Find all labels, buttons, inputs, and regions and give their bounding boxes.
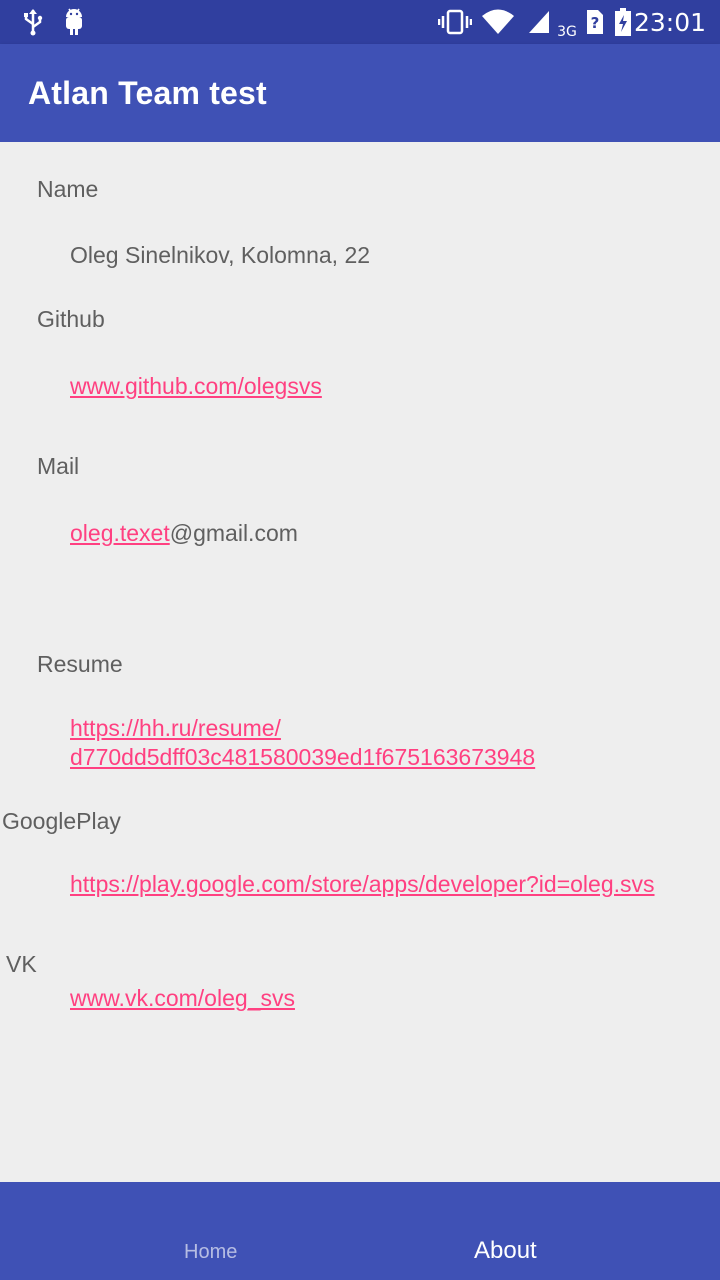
resume-link-line-1: https://hh.ru/resume/	[70, 715, 281, 741]
github-link[interactable]: www.github.com/olegsvs	[70, 373, 322, 400]
nav-home-label: Home	[184, 1241, 238, 1263]
app-title: Atlan Team test	[28, 74, 267, 111]
mail-label: Mail	[37, 453, 80, 479]
resume-label: Resume	[37, 651, 123, 677]
vk-link[interactable]: www.vk.com/oleg_svs	[70, 985, 295, 1012]
resume-link-line-2: d770dd5dff03c481580039ed1f675163673948	[70, 744, 536, 770]
mail-value: oleg.texet@gmail.com	[70, 520, 298, 547]
mail-domain-text: @gmail.com	[169, 520, 298, 546]
name-value: Oleg Sinelnikov, Kolomna, 22	[70, 242, 371, 268]
android-debug-icon	[60, 0, 88, 44]
nav-about-tab[interactable]: About	[360, 1182, 720, 1280]
nav-about-label: About	[474, 1237, 537, 1264]
mail-link[interactable]: oleg.texet	[70, 520, 170, 546]
sim-unknown-icon: ?	[584, 0, 606, 44]
signal-icon	[526, 0, 552, 44]
usb-icon	[20, 0, 46, 44]
googleplay-link[interactable]: https://play.google.com/store/apps/devel…	[70, 871, 655, 898]
github-label: Github	[37, 306, 105, 332]
vk-label: VK	[6, 951, 37, 977]
battery-charging-icon	[612, 0, 634, 44]
googleplay-label: GooglePlay	[2, 808, 121, 834]
status-bar: 3G ? 23:01	[0, 0, 720, 44]
status-time: 23:01	[633, 7, 706, 37]
wifi-icon	[480, 0, 516, 44]
nav-home-tab[interactable]: Home	[32, 1182, 392, 1280]
app-bar: Atlan Team test	[0, 44, 720, 142]
resume-link[interactable]: https://hh.ru/resume/d770dd5dff03c481580…	[70, 714, 535, 772]
bottom-navigation: Home About	[0, 1182, 720, 1280]
about-content: Name Oleg Sinelnikov, Kolomna, 22 Github…	[0, 142, 720, 1182]
svg-text:?: ?	[591, 14, 600, 32]
name-label: Name	[37, 176, 99, 202]
vibrate-icon	[438, 0, 472, 44]
